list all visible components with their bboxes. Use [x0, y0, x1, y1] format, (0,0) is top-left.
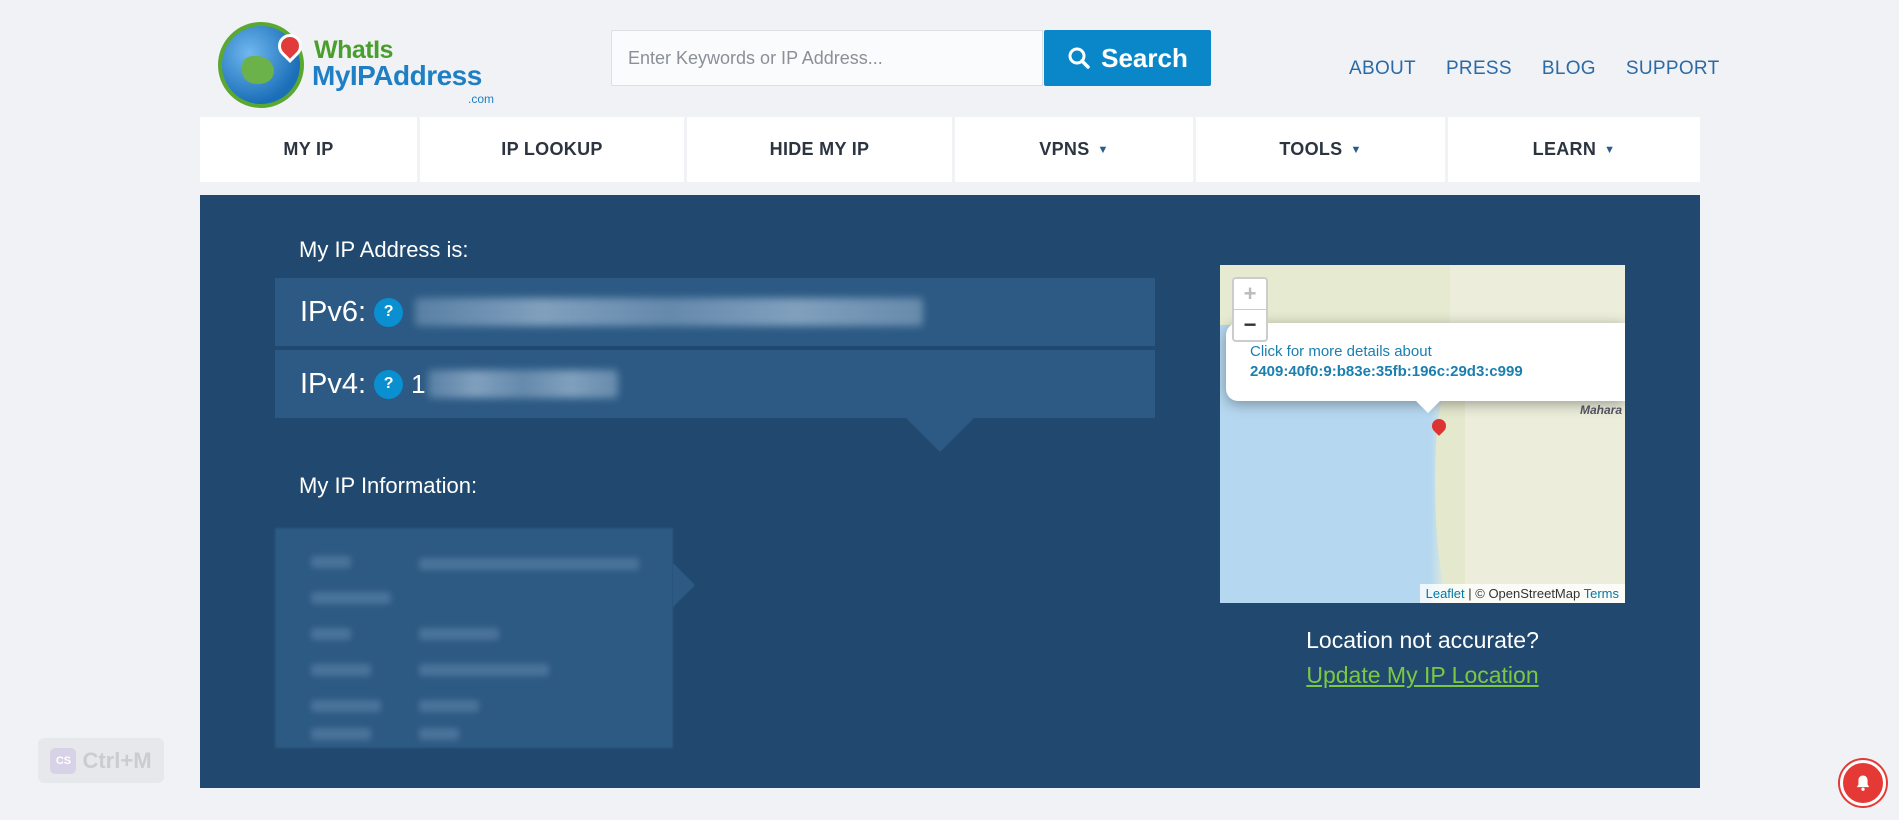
caret-down-icon: ▼	[1604, 143, 1616, 156]
caret-down-icon: ▼	[1097, 143, 1109, 156]
location-map[interactable]: + − Click for more details about 2409:40…	[1220, 265, 1625, 603]
notification-bell-button[interactable]	[1840, 760, 1886, 806]
terms-link[interactable]: Terms	[1584, 586, 1619, 601]
map-zoom-control: + −	[1232, 277, 1268, 342]
logo-text-line3: .com	[468, 92, 495, 106]
map-popup[interactable]: Click for more details about 2409:40f0:9…	[1226, 323, 1625, 401]
ipv4-help-icon[interactable]: ?	[374, 369, 404, 399]
osm-attribution: | © OpenStreetMap	[1464, 586, 1584, 601]
ipv6-label: IPv6:	[300, 295, 367, 328]
ipv6-help-icon[interactable]: ?	[374, 297, 404, 327]
info-box-pointer	[673, 563, 695, 607]
zoom-in-button[interactable]: +	[1234, 279, 1266, 310]
nav-label: HIDE MY IP	[769, 139, 870, 159]
search-button[interactable]: Search	[1044, 30, 1211, 86]
popup-tip	[1416, 401, 1440, 413]
nav-label: LEARN	[1532, 139, 1597, 159]
ipv4-value-redacted	[427, 370, 618, 398]
ipv4-label: IPv4:	[300, 367, 367, 400]
info-heading: My IP Information:	[299, 473, 478, 498]
update-location-link[interactable]: Update My IP Location	[1220, 662, 1625, 689]
nav-my-ip[interactable]: MY IP	[200, 117, 417, 182]
ip-info-box-redacted	[275, 528, 673, 748]
nav-vpns[interactable]: VPNS ▼	[955, 117, 1193, 182]
nav-hide-my-ip[interactable]: HIDE MY IP	[687, 117, 952, 182]
nav-label: IP LOOKUP	[501, 139, 603, 159]
ip-row-pointer	[906, 418, 974, 452]
bell-icon	[1856, 775, 1870, 791]
search-input[interactable]	[612, 31, 1042, 85]
nav-tools[interactable]: TOOLS ▼	[1196, 117, 1445, 182]
nav-ip-lookup[interactable]: IP LOOKUP	[420, 117, 684, 182]
ip-panel: My IP Address is: IPv6: ? IPv4: ? 1 My I…	[200, 195, 1700, 788]
ipv4-row: IPv4: ? 1	[275, 350, 1155, 418]
extension-logo-icon: CS	[50, 747, 77, 774]
nav-learn[interactable]: LEARN ▼	[1448, 117, 1700, 182]
nav-label: VPNS	[1039, 139, 1090, 159]
map-attribution: Leaflet | © OpenStreetMap Terms	[1419, 584, 1625, 603]
press-link[interactable]: PRESS	[1446, 58, 1512, 80]
address-heading: My IP Address is:	[299, 237, 469, 262]
ipv6-value-redacted	[415, 298, 924, 326]
nav-label: MY IP	[283, 139, 334, 159]
about-link[interactable]: ABOUT	[1349, 58, 1416, 80]
location-question: Location not accurate?	[1306, 627, 1539, 653]
search-button-label: Search	[1101, 42, 1188, 73]
search-icon	[1068, 47, 1090, 69]
shortcut-label: Ctrl+M	[82, 747, 152, 773]
extension-shortcut-badge[interactable]: CS Ctrl+M	[38, 738, 164, 783]
blog-link[interactable]: BLOG	[1542, 58, 1596, 80]
leaflet-link[interactable]: Leaflet	[1426, 586, 1465, 601]
caret-down-icon: ▼	[1350, 143, 1362, 156]
globe-logo-icon	[218, 22, 307, 108]
nav-label: TOOLS	[1279, 139, 1343, 159]
popup-text: Click for more details about	[1250, 343, 1432, 360]
map-region-label: Mahara	[1580, 403, 1623, 417]
popup-ip-link[interactable]: 2409:40f0:9:b83e:35fb:196c:29d3:c999	[1250, 363, 1523, 380]
ipv4-value-prefix: 1	[411, 368, 426, 399]
ipv6-row: IPv6: ?	[275, 278, 1155, 346]
main-nav: MY IP IP LOOKUP HIDE MY IP VPNS ▼ TOOLS ▼ …	[200, 117, 1700, 182]
site-logo[interactable]: WhatIs MyIPAddress .com	[218, 22, 494, 114]
search-field[interactable]	[611, 30, 1043, 86]
zoom-out-button[interactable]: −	[1234, 310, 1266, 340]
support-link[interactable]: SUPPORT	[1626, 58, 1720, 80]
top-links: ABOUT PRESS BLOG SUPPORT	[1349, 58, 1719, 80]
logo-text-line2: MyIPAddress	[312, 60, 482, 91]
